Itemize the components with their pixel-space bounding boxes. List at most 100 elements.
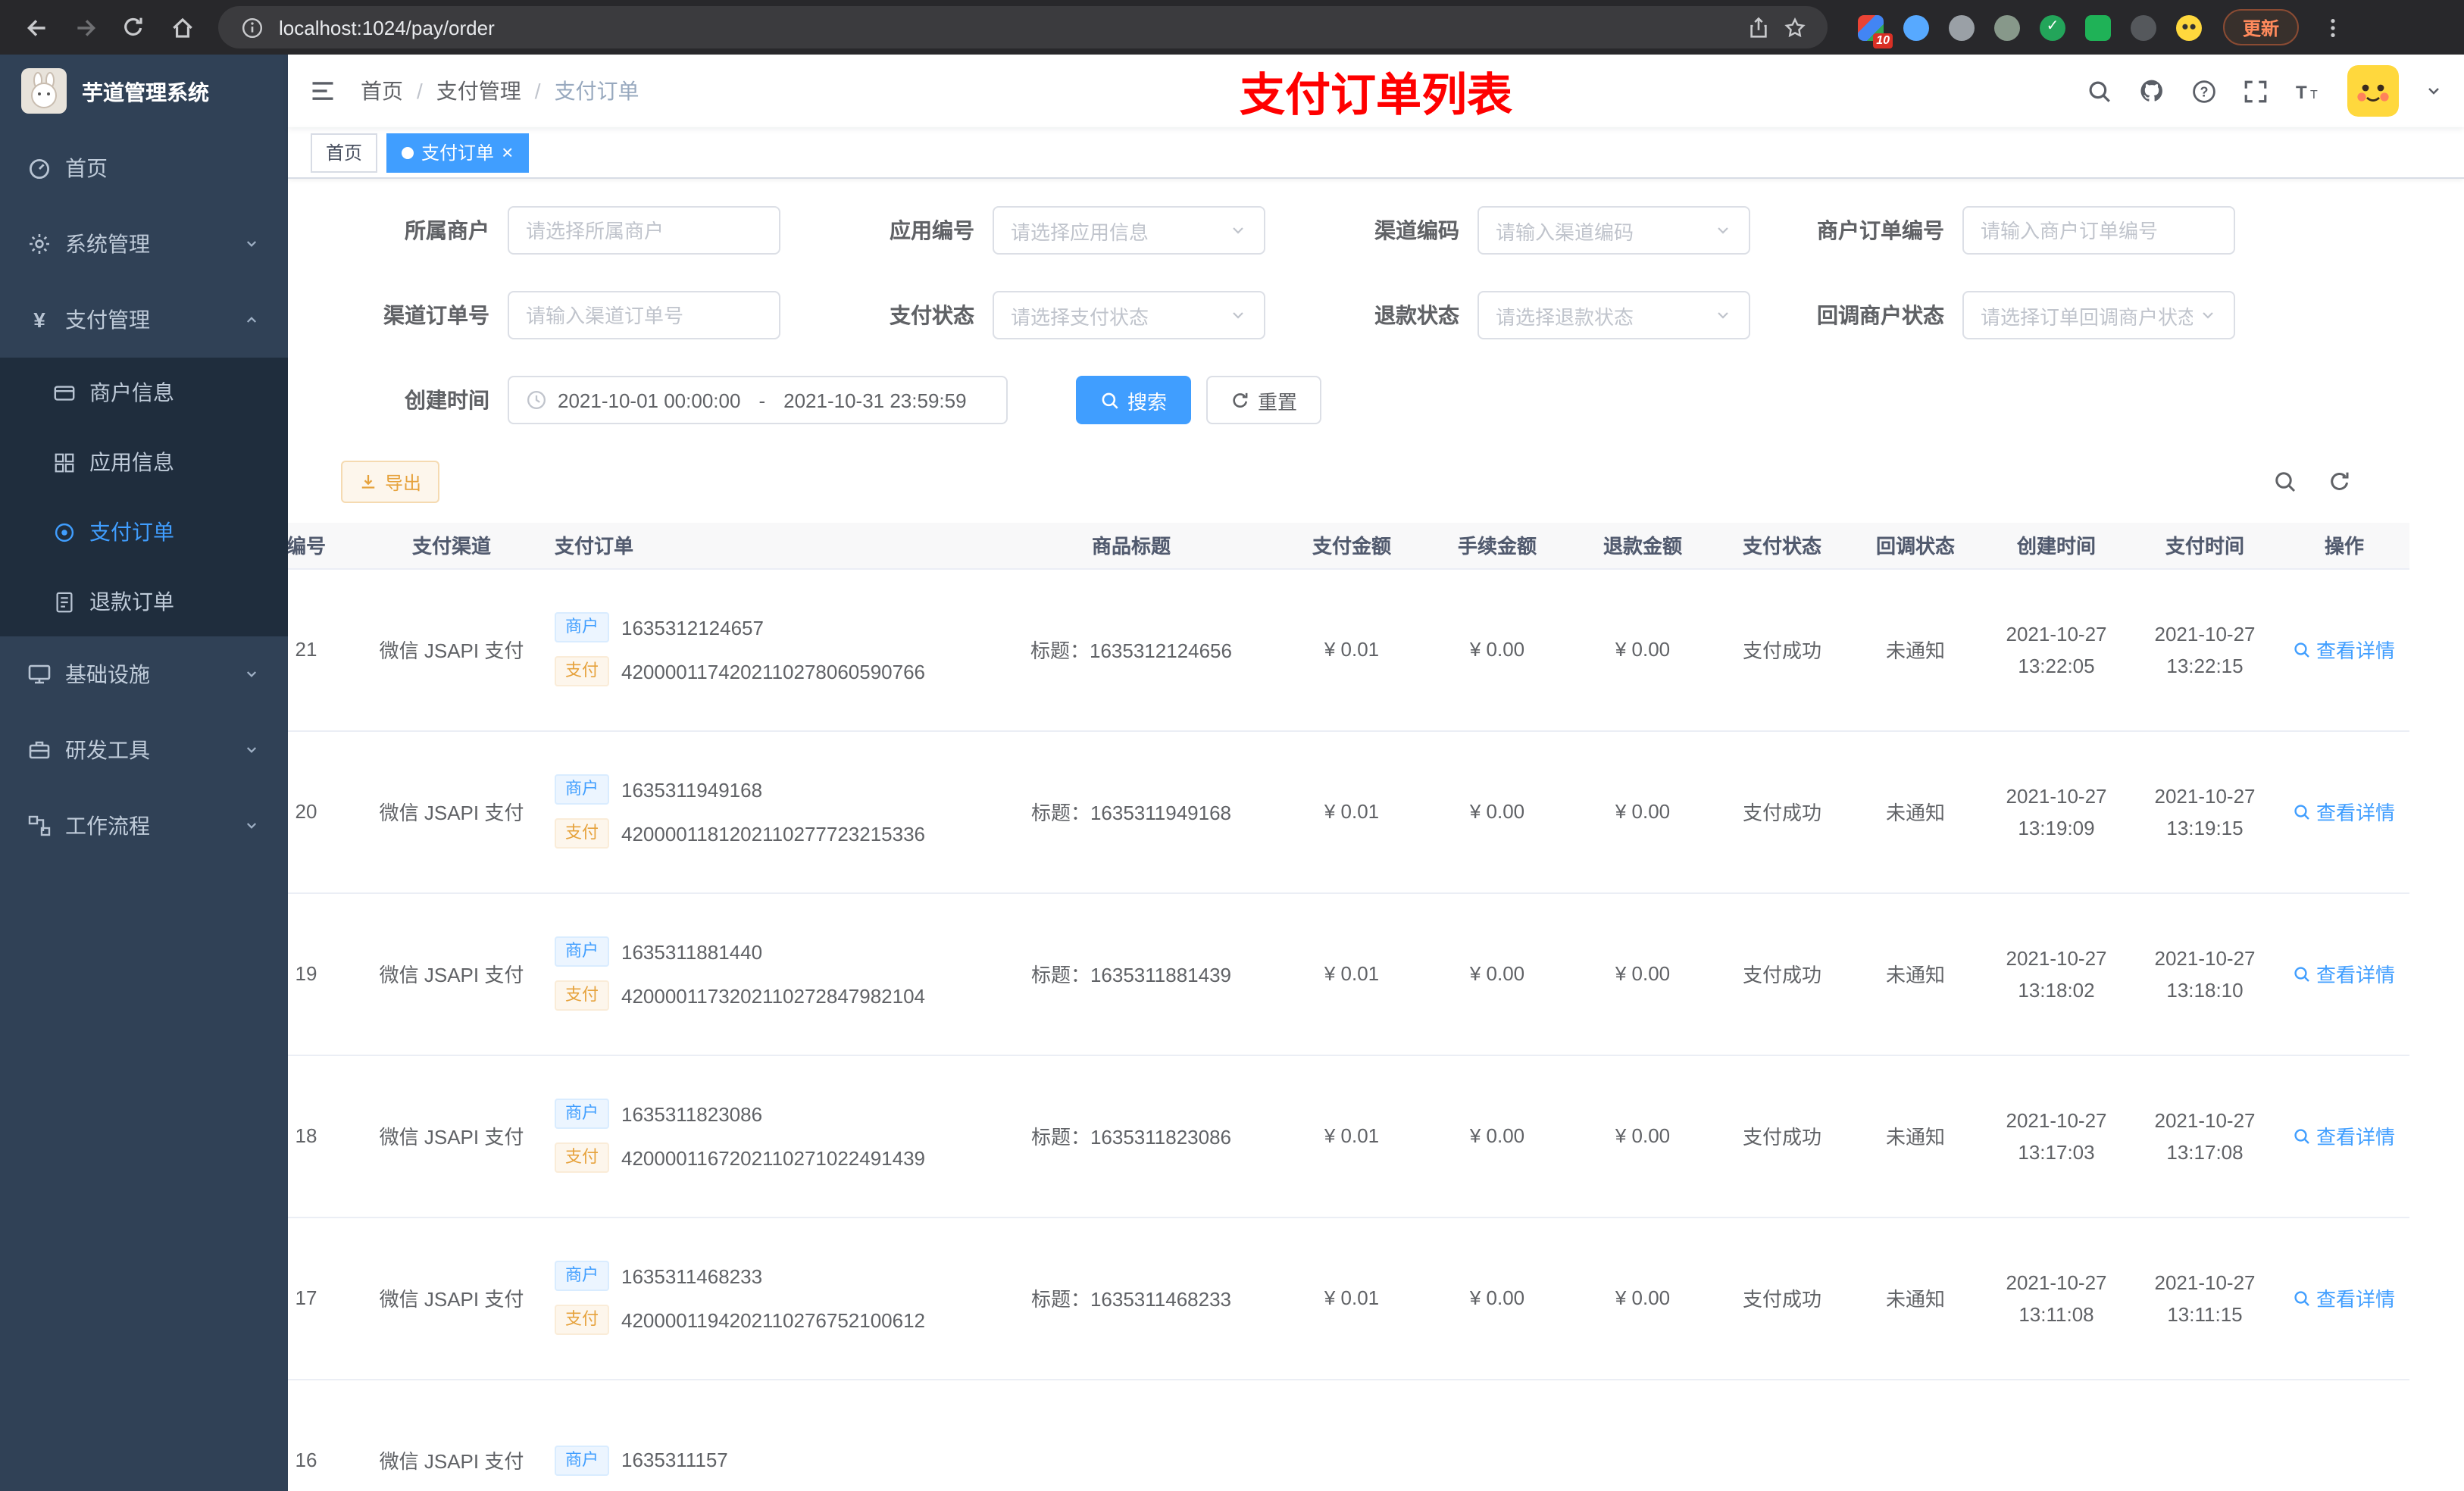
pay-time: 13:22:15 xyxy=(2166,654,2244,677)
export-button[interactable]: 导出 xyxy=(341,461,440,503)
filter-channel-order-no: 渠道订单号 xyxy=(341,291,780,339)
create-time: 13:18:02 xyxy=(2018,978,2095,1001)
merchant-order-no: 1635311823086 xyxy=(621,1102,763,1125)
payment-submenu: 商户信息 应用信息 支付订单 退款订单 xyxy=(0,358,288,636)
channel-order-no-input[interactable] xyxy=(508,291,780,339)
create-time: 13:17:03 xyxy=(2018,1140,2095,1163)
address-bar[interactable]: localhost:1024/pay/order xyxy=(218,6,1828,48)
bookmark-star-icon[interactable] xyxy=(1776,9,1812,45)
extension-icon-sage[interactable] xyxy=(1994,14,2020,40)
cell-actions: 查看详情 xyxy=(2279,1217,2409,1380)
cell-actions: 查看详情 xyxy=(2279,730,2409,893)
chevron-down-icon xyxy=(242,235,261,253)
breadcrumb-home[interactable]: 首页 xyxy=(361,76,403,106)
view-detail-link[interactable]: 查看详情 xyxy=(2294,959,2395,988)
create-time: 13:22:05 xyxy=(2018,654,2095,677)
search-button[interactable]: 搜索 xyxy=(1076,376,1192,424)
extension-icon-green-chat[interactable] xyxy=(2085,14,2111,40)
sidebar-item-system[interactable]: 系统管理 xyxy=(0,206,288,282)
toolbox-icon xyxy=(27,738,52,762)
filter-label: 渠道订单号 xyxy=(383,303,489,327)
view-detail-link[interactable]: 查看详情 xyxy=(2294,1283,2395,1312)
cell-order: 商户 1635311881440 支付 42000011732021102728… xyxy=(536,892,983,1055)
view-detail-link[interactable]: 查看详情 xyxy=(2294,1121,2395,1150)
app-no-select[interactable]: 请选择应用信息 xyxy=(993,206,1265,255)
pay-channel: 微信 JSAPI 支付 xyxy=(379,1288,524,1311)
cell-notify: 未通知 xyxy=(1849,892,1982,1055)
pay-time: 13:19:15 xyxy=(2166,816,2244,839)
share-icon[interactable] xyxy=(1740,9,1776,45)
avatar[interactable] xyxy=(2347,65,2399,117)
refund-amount: ¥ 0.00 xyxy=(1615,638,1671,661)
extension-icon-pin[interactable] xyxy=(2131,14,2156,40)
forward-icon[interactable] xyxy=(64,6,106,48)
cell-status: 支付成功 xyxy=(1715,568,1849,731)
refresh-icon[interactable] xyxy=(2328,470,2352,494)
browser-update-button[interactable]: 更新 xyxy=(2223,9,2300,45)
browser-menu-icon[interactable] xyxy=(2311,6,2353,48)
extension-icon-grey[interactable] xyxy=(1949,14,1975,40)
cell-actions: 查看详情 xyxy=(2279,568,2409,731)
merchant-order-no-input[interactable] xyxy=(1962,206,2235,255)
merchant-input[interactable] xyxy=(508,206,780,255)
sidebar-item-merchant-info[interactable]: 商户信息 xyxy=(0,358,288,427)
back-icon[interactable] xyxy=(15,6,58,48)
sidebar-item-refund-order[interactable]: 退款订单 xyxy=(0,567,288,636)
pay-amount: ¥ 0.01 xyxy=(1324,1286,1380,1309)
help-icon[interactable]: ? xyxy=(2191,78,2217,104)
extension-icon-emoji[interactable] xyxy=(2176,14,2202,40)
breadcrumb-current: 支付订单 xyxy=(554,79,639,103)
filter-merchant-order-no: 商户订单编号 xyxy=(1796,206,2235,255)
home-icon[interactable] xyxy=(161,6,203,48)
pay-amount: ¥ 0.01 xyxy=(1324,638,1380,661)
order-id: 16 xyxy=(295,1449,317,1471)
chevron-down-icon xyxy=(1229,221,1247,239)
refund-status-select[interactable]: 请选择退款状态 xyxy=(1477,291,1750,339)
extension-icon-blue[interactable] xyxy=(1903,14,1929,40)
font-size-icon[interactable]: TT xyxy=(2294,78,2322,104)
tab-pay-order[interactable]: 支付订单 × xyxy=(386,133,529,172)
cell-channel: 微信 JSAPI 支付 xyxy=(367,730,536,893)
merchant-order-no: 1635311468233 xyxy=(621,1264,763,1287)
sidebar-item-app-info[interactable]: 应用信息 xyxy=(0,427,288,497)
github-icon[interactable] xyxy=(2138,77,2165,105)
caret-down-icon[interactable] xyxy=(2425,82,2443,100)
cell-channel: 微信 JSAPI 支付 xyxy=(367,892,536,1055)
cell-title: 标题：1635311823086 xyxy=(983,1055,1279,1217)
view-detail-link[interactable]: 查看详情 xyxy=(2294,635,2395,664)
toggle-search-icon[interactable] xyxy=(2273,470,2297,494)
callback-status-select[interactable]: 请选择订单回调商户状态 xyxy=(1962,291,2235,339)
sidebar-item-home[interactable]: 首页 xyxy=(0,130,288,206)
notify-status: 未通知 xyxy=(1885,964,1945,986)
create-time: 13:11:08 xyxy=(2018,1302,2094,1325)
table-row: 21 微信 JSAPI 支付 商户 1635312124657 支付 42000… xyxy=(288,568,2409,731)
close-icon[interactable]: × xyxy=(502,142,513,162)
sidebar-item-infra[interactable]: 基础设施 xyxy=(0,636,288,712)
reset-button[interactable]: 重置 xyxy=(1206,376,1322,424)
hamburger-icon[interactable] xyxy=(309,77,336,105)
sidebar-item-dev-tools[interactable]: 研发工具 xyxy=(0,712,288,788)
reload-icon[interactable] xyxy=(112,6,155,48)
pay-time: 13:18:10 xyxy=(2166,978,2244,1001)
table-header-row: 编号 支付渠道 支付订单 商品标题 支付金额 手续金额 退款金额 支付状态 回调… xyxy=(288,523,2409,569)
view-detail-link[interactable]: 查看详情 xyxy=(2294,797,2395,826)
channel-code-select[interactable]: 请输入渠道编码 xyxy=(1477,206,1750,255)
site-info-icon[interactable] xyxy=(233,9,270,45)
extension-icon-check[interactable]: ✓ xyxy=(2040,14,2065,40)
sidebar-item-workflow[interactable]: 工作流程 xyxy=(0,788,288,864)
cell-pay-time: 2021-10-27 13:11:15 xyxy=(2131,1217,2279,1380)
pay-order-no: 4200001167202110271022491439 xyxy=(621,1146,926,1169)
create-time-range-picker[interactable]: 2021-10-01 00:00:00 - 2021-10-31 23:59:5… xyxy=(508,376,1008,424)
pay-tag: 支付 xyxy=(555,656,609,686)
sidebar-item-pay-order[interactable]: 支付订单 xyxy=(0,497,288,567)
breadcrumb-payment[interactable]: 支付管理 xyxy=(436,76,521,106)
search-icon[interactable] xyxy=(2087,78,2112,104)
tab-home[interactable]: 首页 xyxy=(311,133,378,172)
sidebar-item-payment[interactable]: ¥ 支付管理 xyxy=(0,282,288,358)
cell-amount: ¥ 0.01 xyxy=(1279,568,1424,731)
fullscreen-icon[interactable] xyxy=(2243,78,2269,104)
pay-status-select[interactable]: 请选择支付状态 xyxy=(993,291,1265,339)
product-title: 标题：1635312124656 xyxy=(1030,639,1232,662)
extension-icon-colorful[interactable]: 10 xyxy=(1858,14,1893,48)
chevron-down-icon xyxy=(1714,306,1732,324)
